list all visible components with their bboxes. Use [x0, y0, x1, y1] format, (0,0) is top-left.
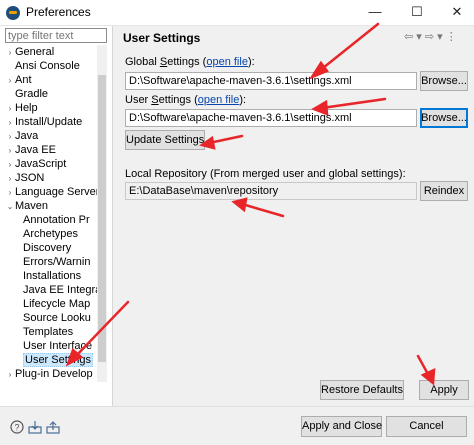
window-title: Preferences	[26, 5, 91, 19]
page-title: User Settings	[123, 31, 201, 45]
filter-input[interactable]	[5, 28, 107, 43]
tree-item-help[interactable]: › Help	[5, 101, 38, 115]
local-repository-label: Local Repository (From merged user and g…	[125, 168, 406, 180]
tree-item-gradle[interactable]: Gradle	[5, 87, 48, 101]
eclipse-icon	[6, 6, 20, 20]
tree-item-archetypes[interactable]: Archetypes	[23, 227, 78, 241]
tree-item-java[interactable]: › Java	[5, 129, 39, 144]
tree-item-java-ee-integration[interactable]: Java EE Integra	[23, 283, 97, 297]
apply-and-close-button[interactable]: Apply and Close	[301, 416, 382, 437]
update-settings-button[interactable]: Update Settings	[125, 130, 205, 150]
tree-scrollbar[interactable]	[97, 45, 107, 382]
local-repository-field: E:\DataBase\maven\repository	[125, 182, 417, 200]
browse-user-button[interactable]: Browse...	[420, 108, 468, 128]
tree-item-language-servers[interactable]: › Language Server	[5, 185, 97, 199]
help-icon[interactable]: ?	[10, 420, 24, 434]
tree-item-discovery[interactable]: Discovery	[23, 241, 71, 255]
reindex-button[interactable]: Reindex	[420, 181, 468, 201]
global-settings-label: Global Settings (open file):	[125, 56, 255, 68]
chevron-right-icon[interactable]: ›	[5, 46, 15, 60]
tree-item-lifecycle-mappings[interactable]: Lifecycle Map	[23, 297, 90, 311]
title-bar: Preferences — ☐ ✕	[0, 0, 474, 26]
chevron-right-icon[interactable]: ›	[5, 144, 15, 158]
tree-item-javascript[interactable]: › JavaScript	[5, 157, 67, 172]
maximize-button[interactable]: ☐	[404, 2, 430, 22]
import-icon[interactable]	[28, 420, 42, 434]
settings-panel: User Settings ⇦ ▾ ⇨ ▾ ⋮ Global Settings …	[113, 26, 474, 406]
dialog-footer: ? Apply and Close Cancel	[0, 406, 474, 445]
tree-item-user-interface[interactable]: User Interface	[23, 339, 92, 353]
user-settings-label: User Settings (open file):	[125, 94, 247, 106]
browse-global-button[interactable]: Browse...	[420, 71, 468, 91]
chevron-right-icon[interactable]: ›	[5, 116, 15, 130]
chevron-right-icon[interactable]: ›	[5, 74, 15, 88]
chevron-right-icon[interactable]: ›	[5, 186, 15, 200]
tree-scrollbar-thumb[interactable]	[98, 75, 106, 362]
chevron-right-icon[interactable]: ›	[5, 158, 15, 172]
tree-item-annotation-processing[interactable]: Annotation Pr	[23, 213, 90, 227]
close-button[interactable]: ✕	[444, 2, 470, 22]
global-open-file-link[interactable]: open file	[206, 56, 248, 68]
tree-item-ant[interactable]: › Ant	[5, 73, 32, 87]
tree-item-source-lookup[interactable]: Source Looku	[23, 311, 91, 325]
user-settings-field[interactable]: D:\Software\apache-maven-3.6.1\settings.…	[125, 109, 417, 127]
tree-item-ansi-console[interactable]: Ansi Console	[5, 59, 80, 73]
chevron-right-icon[interactable]: ›	[5, 368, 15, 382]
global-settings-field[interactable]: D:\Software\apache-maven-3.6.1\settings.…	[125, 72, 417, 90]
cancel-button[interactable]: Cancel	[386, 416, 467, 437]
tree-item-maven[interactable]: ⌄ Maven	[5, 199, 48, 213]
chevron-right-icon[interactable]: ›	[5, 102, 15, 116]
tree-item-installations[interactable]: Installations	[23, 269, 81, 283]
export-icon[interactable]	[46, 420, 60, 434]
preference-tree: › General Ansi Console › Ant Gradle › Help …	[5, 45, 97, 382]
chevron-right-icon[interactable]: ›	[5, 172, 15, 186]
tree-item-install-update[interactable]: › Install/Update	[5, 115, 83, 130]
tree-item-errors-warnings[interactable]: Errors/Warnin	[23, 255, 90, 269]
tree-item-java-ee[interactable]: › Java EE	[5, 143, 56, 157]
tree-item-json[interactable]: › JSON	[5, 171, 45, 186]
tree-item-plugin-development[interactable]: › Plug-in Develop	[5, 367, 93, 381]
chevron-down-icon[interactable]: ⌄	[5, 200, 15, 214]
tree-item-templates[interactable]: Templates	[23, 325, 73, 339]
apply-button[interactable]: Apply	[419, 380, 469, 400]
minimize-button[interactable]: —	[362, 2, 388, 22]
tree-item-user-settings[interactable]: User Settings	[23, 353, 94, 367]
restore-defaults-button[interactable]: Restore Defaults	[320, 380, 404, 400]
svg-text:?: ?	[14, 423, 19, 433]
chevron-right-icon[interactable]: ›	[5, 130, 15, 144]
tree-item-general[interactable]: › General	[5, 45, 54, 59]
navigation-arrows-icon[interactable]: ⇦ ▾ ⇨ ▾ ⋮	[404, 30, 457, 43]
user-open-file-link[interactable]: open file	[198, 94, 240, 106]
